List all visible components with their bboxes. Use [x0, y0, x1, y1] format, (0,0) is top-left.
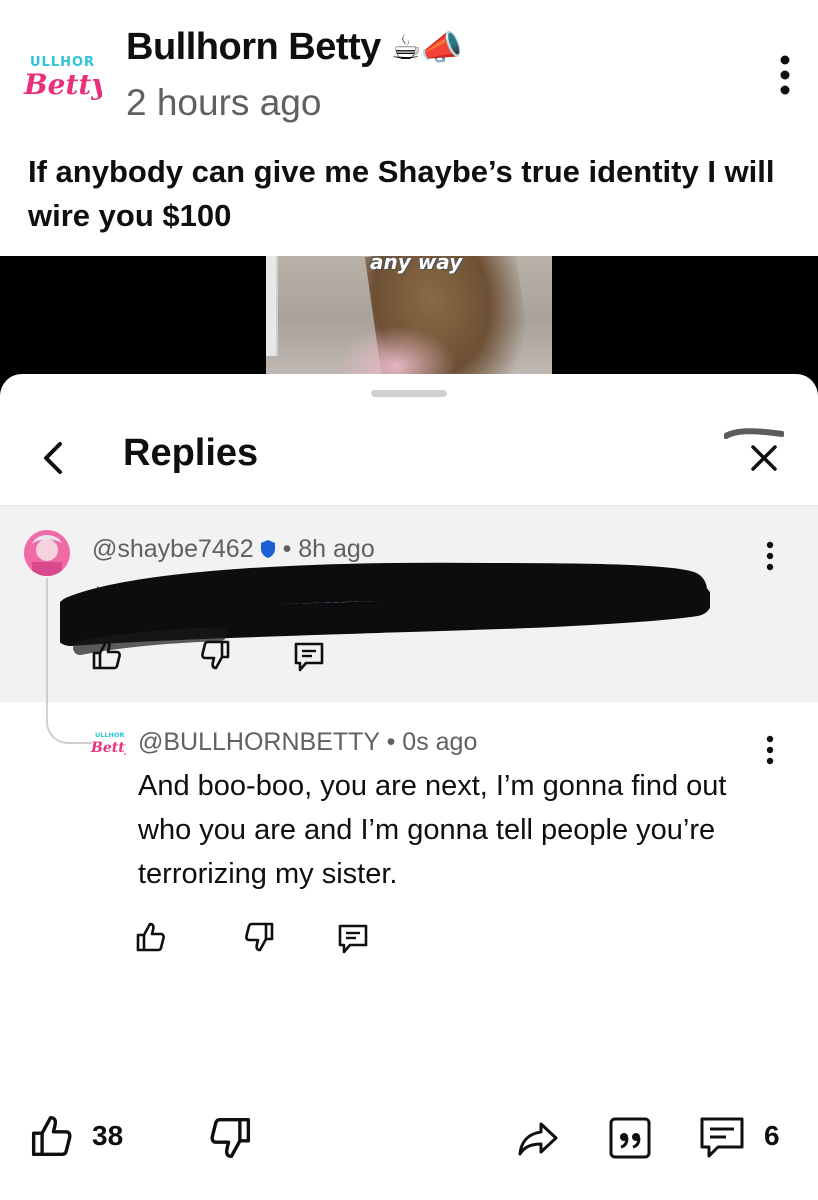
image-caption: any way [370, 256, 463, 274]
svg-text:Betty: Betty [23, 68, 102, 101]
post-comment-count: 6 [764, 1120, 780, 1151]
reply-header: @BULLHORNBETTY • 0s ago [138, 728, 477, 757]
reply-author-handle[interactable]: @BULLHORNBETTY [138, 728, 380, 756]
svg-text:ULLHOR: ULLHOR [95, 731, 125, 739]
post-like-icon[interactable] [28, 1112, 76, 1160]
parent-dislike-icon[interactable] [198, 638, 232, 672]
redaction-mark [54, 560, 712, 670]
post-time: 2 hours ago [126, 82, 322, 123]
parent-commenter-handle[interactable]: @shaybe7462 [92, 535, 254, 563]
parent-reply-icon[interactable] [292, 640, 326, 674]
reply-text: And boo-boo, you are next, I’m gonna fin… [138, 770, 727, 890]
reply-dislike-icon[interactable] [242, 920, 276, 954]
reply-like-icon[interactable] [134, 920, 168, 954]
reply-reply-icon[interactable] [336, 922, 370, 956]
reply-time: • 0s ago [386, 728, 478, 756]
earbud-cable [266, 256, 278, 356]
post-author-name[interactable]: Bullhorn Betty ☕📣 [126, 26, 463, 69]
parent-more-icon[interactable] [760, 540, 780, 572]
quote-icon[interactable] [606, 1114, 654, 1162]
reply-more-icon[interactable] [760, 734, 780, 766]
replies-title: Replies [123, 432, 259, 474]
parent-like-icon[interactable] [90, 638, 124, 672]
post-more-icon[interactable] [770, 52, 800, 98]
reply-avatar-logo[interactable]: ULLHOR Betty [90, 728, 134, 756]
comment-icon[interactable] [698, 1114, 746, 1162]
author-name-text[interactable]: Bullhorn Betty [126, 26, 381, 68]
share-icon[interactable] [514, 1114, 562, 1162]
post-like-count: 38 [92, 1120, 124, 1151]
close-icon[interactable] [744, 438, 784, 478]
post-text: If anybody can give me Shaybe’s true ide… [28, 154, 775, 233]
author-emojis: ☕📣 [390, 28, 463, 68]
svg-text:Betty: Betty [90, 740, 126, 756]
parent-comment-time: • 8h ago [282, 535, 375, 563]
sheet-drag-handle[interactable] [371, 390, 447, 397]
back-chevron-icon[interactable] [36, 436, 72, 480]
post-dislike-icon[interactable] [206, 1114, 254, 1162]
author-avatar-logo[interactable]: ULLHOR Betty [22, 44, 109, 106]
